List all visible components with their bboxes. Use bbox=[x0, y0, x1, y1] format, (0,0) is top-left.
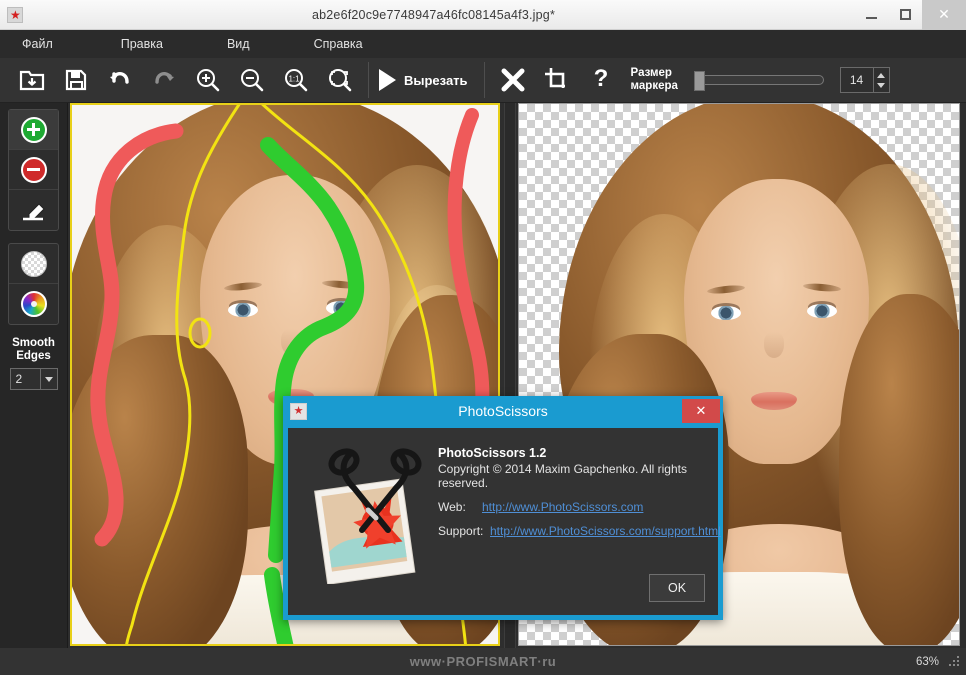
smooth-edges-label: Smooth Edges bbox=[0, 337, 67, 363]
about-dialog-title: PhotoScissors bbox=[458, 403, 548, 419]
statusbar: 63% bbox=[0, 648, 966, 675]
marker-size-control: Размер маркера 14 bbox=[631, 67, 890, 93]
about-support-label: Support: bbox=[438, 524, 484, 538]
marker-size-slider[interactable] bbox=[693, 71, 824, 91]
svg-text:1:1: 1:1 bbox=[288, 75, 300, 84]
tool-rail: Smooth Edges 2 bbox=[0, 103, 68, 648]
about-app-version: PhotoScissors 1.2 bbox=[438, 446, 547, 460]
marker-size-label-line1: Размер bbox=[630, 67, 672, 79]
window-title: ab2e6f20c9e7748947a46fc08145a4f3.jpg* bbox=[311, 7, 556, 22]
resize-grip[interactable] bbox=[949, 655, 961, 668]
play-triangle-icon bbox=[379, 69, 396, 91]
transparent-background-tool[interactable] bbox=[9, 244, 58, 284]
svg-text:?: ? bbox=[593, 67, 608, 92]
window-titlebar: ★ ab2e6f20c9e7748947a46fc08145a4f3.jpg* … bbox=[0, 0, 966, 30]
about-dialog: ★ PhotoScissors ✕ PhotoScissors 1.2 Copy… bbox=[283, 396, 723, 620]
about-support-link[interactable]: http://www.PhotoScissors.com/support.htm… bbox=[490, 524, 721, 538]
marker-size-label: Размер маркера bbox=[631, 67, 689, 93]
scissors-photo-icon bbox=[310, 446, 428, 585]
menu-item-edit[interactable]: Правка bbox=[111, 33, 173, 55]
toolbar-separator-2 bbox=[483, 62, 485, 98]
maximize-button[interactable] bbox=[888, 0, 922, 30]
zoom-level: 63% bbox=[915, 655, 939, 668]
stepper-up-icon[interactable] bbox=[877, 72, 886, 78]
cut-button-label: Вырезать bbox=[404, 72, 468, 88]
zoom-fit-icon[interactable] bbox=[318, 58, 362, 102]
background-tool-group bbox=[8, 243, 59, 325]
menubar: Файл Правка Вид Справка bbox=[0, 30, 966, 58]
save-disk-icon[interactable] bbox=[54, 58, 98, 102]
menu-item-view[interactable]: Вид bbox=[217, 33, 260, 55]
about-web-link[interactable]: http://www.PhotoScissors.com bbox=[482, 500, 643, 514]
checkerboard-circle-icon bbox=[20, 250, 47, 277]
red-minus-circle-icon bbox=[20, 156, 47, 183]
zoom-1to1-icon[interactable]: 1:1 bbox=[274, 58, 318, 102]
marker-tool-group bbox=[8, 109, 59, 231]
crop-icon[interactable] bbox=[535, 58, 579, 102]
zoom-in-icon[interactable] bbox=[186, 58, 230, 102]
cut-button[interactable]: Вырезать bbox=[375, 69, 478, 91]
eraser-icon bbox=[22, 203, 45, 221]
marker-size-spinner[interactable]: 14 bbox=[839, 67, 890, 93]
about-dialog-text: PhotoScissors 1.2 Copyright © 2014 Maxim… bbox=[438, 446, 721, 538]
toolbar-separator-1 bbox=[368, 62, 369, 98]
marker-size-label-line2: маркера bbox=[630, 80, 678, 92]
window-buttons: ✕ bbox=[854, 0, 966, 30]
color-background-tool[interactable] bbox=[9, 284, 58, 324]
main-toolbar: 1:1 Вырезать ? Размер маркера 14 bbox=[0, 58, 966, 103]
clear-cross-icon[interactable] bbox=[491, 58, 535, 102]
smooth-edges-select[interactable]: 2 bbox=[9, 368, 58, 390]
zoom-out-icon[interactable] bbox=[230, 58, 274, 102]
about-dialog-body: PhotoScissors 1.2 Copyright © 2014 Maxim… bbox=[288, 428, 721, 615]
about-support-row: Support: http://www.PhotoScissors.com/su… bbox=[438, 524, 721, 538]
about-copyright: Copyright © 2014 Maxim Gapchenko. All ri… bbox=[438, 462, 687, 490]
marker-size-stepper[interactable] bbox=[873, 67, 890, 93]
smooth-edges-label-line2: Edges bbox=[16, 350, 51, 362]
about-ok-button[interactable]: OK bbox=[649, 574, 705, 602]
open-folder-icon[interactable] bbox=[10, 58, 54, 102]
chevron-down-icon[interactable] bbox=[39, 369, 57, 389]
mark-foreground-tool[interactable] bbox=[9, 110, 58, 150]
color-wheel-icon bbox=[20, 291, 47, 317]
stepper-down-icon[interactable] bbox=[877, 82, 886, 88]
redo-arrow-icon[interactable] bbox=[142, 58, 186, 102]
about-web-row: Web: http://www.PhotoScissors.com bbox=[438, 500, 706, 514]
eraser-tool[interactable] bbox=[9, 190, 58, 230]
green-plus-circle-icon bbox=[20, 116, 47, 143]
question-mark-icon[interactable]: ? bbox=[579, 58, 623, 102]
about-web-label: Web: bbox=[438, 500, 466, 514]
marker-size-slider-thumb[interactable] bbox=[693, 71, 705, 91]
about-dialog-titlebar: ★ PhotoScissors ✕ bbox=[283, 396, 723, 426]
marker-size-value[interactable]: 14 bbox=[839, 67, 874, 93]
mark-background-tool[interactable] bbox=[9, 150, 58, 190]
photoscissors-window: ★ ab2e6f20c9e7748947a46fc08145a4f3.jpg* … bbox=[0, 0, 966, 675]
smooth-edges-value[interactable]: 2 bbox=[11, 369, 40, 389]
minimize-button[interactable] bbox=[854, 0, 888, 30]
menu-item-help[interactable]: Справка bbox=[304, 33, 373, 55]
smooth-edges-label-line1: Smooth bbox=[12, 337, 55, 349]
app-star-icon: ★ bbox=[7, 7, 23, 23]
about-dialog-close-button[interactable]: ✕ bbox=[682, 399, 720, 423]
menu-item-file[interactable]: Файл bbox=[12, 33, 63, 55]
undo-arrow-icon[interactable] bbox=[98, 58, 142, 102]
close-button[interactable]: ✕ bbox=[922, 0, 966, 30]
